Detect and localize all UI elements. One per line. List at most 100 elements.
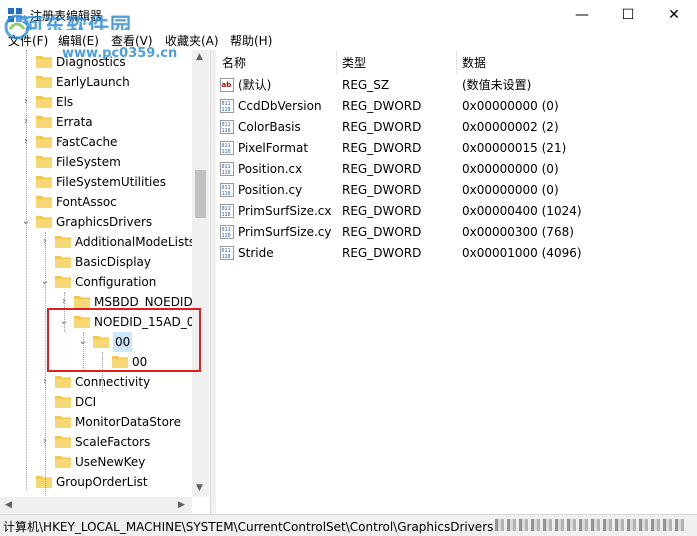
folder-icon bbox=[55, 236, 71, 248]
tree-connector-line bbox=[26, 50, 27, 490]
tree-node[interactable]: ⌄ Configuration bbox=[0, 272, 192, 292]
binary-value-icon: 011110 bbox=[220, 162, 234, 176]
value-row[interactable]: 011 110 PrimSurfSize.cy REG_DWORD 0x00000300… bbox=[216, 222, 697, 243]
svg-text:110: 110 bbox=[222, 233, 231, 239]
value-row[interactable]: 011 110 PrimSurfSize.cx REG_DWORD 0x00000400… bbox=[216, 201, 697, 222]
tree-node[interactable]: FontAssoc bbox=[0, 192, 192, 212]
value-data: 0x00000002 (2) bbox=[462, 120, 559, 134]
minimize-button[interactable]: — bbox=[559, 0, 605, 30]
tree-node-label: FileSystemUtilities bbox=[56, 175, 166, 189]
value-row[interactable]: 011 110 ColorBasis REG_DWORD 0x00000002 (2) bbox=[216, 117, 697, 138]
value-name: CcdDbVersion bbox=[238, 99, 322, 113]
redacted-path-segment bbox=[495, 519, 685, 531]
tree-node[interactable]: FileSystem bbox=[0, 152, 192, 172]
value-row[interactable]: ab (默认) REG_SZ (数值未设置) bbox=[216, 75, 697, 96]
value-data: 0x00000015 (21) bbox=[462, 141, 567, 155]
tree-node[interactable]: EarlyLaunch bbox=[0, 72, 192, 92]
svg-text:110: 110 bbox=[222, 212, 231, 218]
binary-value-icon: 011110 bbox=[220, 141, 234, 155]
scroll-left-icon[interactable]: ◀ bbox=[5, 500, 12, 510]
column-separator[interactable] bbox=[456, 50, 457, 74]
tree-node[interactable]: GroupOrderList bbox=[0, 472, 192, 492]
tree-node-label: FastCache bbox=[56, 135, 118, 149]
value-name: PrimSurfSize.cy bbox=[238, 225, 332, 239]
svg-text:110: 110 bbox=[222, 128, 231, 134]
tree-node-label: GraphicsDrivers bbox=[56, 215, 153, 229]
tree-node-label: FileSystem bbox=[56, 155, 121, 169]
scrollbar-thumb[interactable] bbox=[195, 170, 206, 218]
value-data: 0x00000400 (1024) bbox=[462, 204, 582, 218]
value-row[interactable]: 011 110 Stride REG_DWORD 0x00001000 (4096) bbox=[216, 243, 697, 264]
binary-value-icon: 011110 bbox=[220, 183, 234, 197]
folder-icon bbox=[55, 396, 71, 408]
column-header-name[interactable]: 名称 bbox=[222, 54, 246, 71]
value-list-pane[interactable]: 名称 类型 数据 ab (默认) REG_SZ (数值未设置) 011 110 CcdDbV… bbox=[216, 50, 697, 514]
tree-node[interactable]: › FastCache bbox=[0, 132, 192, 152]
tree-node[interactable]: DCI bbox=[0, 392, 192, 412]
tree-node-label: MonitorDataStore bbox=[75, 415, 181, 429]
folder-icon bbox=[36, 96, 52, 108]
value-data: 0x00000000 (0) bbox=[462, 183, 559, 197]
column-separator[interactable] bbox=[336, 50, 337, 74]
svg-text:110: 110 bbox=[222, 254, 231, 260]
folder-icon bbox=[36, 216, 52, 228]
value-data: (数值未设置) bbox=[462, 78, 532, 92]
registry-path: 计算机\HKEY_LOCAL_MACHINE\SYSTEM\CurrentCon… bbox=[3, 520, 494, 534]
binary-value-icon: 011110 bbox=[220, 246, 234, 260]
binary-value-icon: 011110 bbox=[220, 225, 234, 239]
column-header-type[interactable]: 类型 bbox=[342, 54, 366, 71]
value-type: REG_SZ bbox=[342, 78, 390, 92]
value-data: 0x00000300 (768) bbox=[462, 225, 574, 239]
close-button[interactable]: ✕ bbox=[651, 0, 697, 30]
value-data: 0x00000000 (0) bbox=[462, 99, 559, 113]
tree-node-label: GroupOrderList bbox=[56, 475, 148, 489]
value-name: (默认) bbox=[238, 78, 272, 92]
value-name: Position.cx bbox=[238, 162, 303, 176]
tree-node-label: DCI bbox=[75, 395, 97, 409]
tree-horizontal-scrollbar[interactable]: ◀ ▶ bbox=[0, 497, 192, 514]
value-data: 0x00001000 (4096) bbox=[462, 246, 582, 260]
value-row[interactable]: 011 110 Position.cy REG_DWORD 0x00000000 (0) bbox=[216, 180, 697, 201]
tree-node[interactable]: BasicDisplay bbox=[0, 252, 192, 272]
tree-node[interactable]: ⌄ GraphicsDrivers bbox=[0, 212, 192, 232]
tree-node-label: Configuration bbox=[75, 275, 157, 289]
tree-node-label: ScaleFactors bbox=[75, 435, 151, 449]
tree-node[interactable]: › Els bbox=[0, 92, 192, 112]
key-tree-pane[interactable]: Diagnostics EarlyLaunch › Els › Errata › FastCa… bbox=[0, 50, 210, 514]
tree-vertical-scrollbar[interactable]: ▲ ▼ bbox=[192, 50, 209, 497]
value-name: Position.cy bbox=[238, 183, 303, 197]
menu-help[interactable]: 帮助(H) bbox=[230, 32, 272, 49]
tree-node[interactable]: › AdditionalModeLists bbox=[0, 232, 195, 252]
scroll-up-icon[interactable]: ▲ bbox=[196, 52, 203, 62]
scroll-down-icon[interactable]: ▼ bbox=[196, 483, 203, 493]
watermark-logo-icon bbox=[4, 14, 30, 40]
folder-icon bbox=[36, 76, 52, 88]
tree-node[interactable]: MonitorDataStore bbox=[0, 412, 192, 432]
tree-node[interactable]: › Errata bbox=[0, 112, 192, 132]
tree-node[interactable]: FileSystemUtilities bbox=[0, 172, 192, 192]
value-row[interactable]: 011 110 Position.cx REG_DWORD 0x00000000 (0) bbox=[216, 159, 697, 180]
column-header-data[interactable]: 数据 bbox=[462, 54, 486, 71]
string-value-icon: ab bbox=[220, 78, 234, 92]
value-row[interactable]: 011 110 PixelFormat REG_DWORD 0x00000015 (21… bbox=[216, 138, 697, 159]
binary-value-icon: 011110 bbox=[220, 204, 234, 218]
tree-node[interactable]: UseNewKey bbox=[0, 452, 192, 472]
tree-connector-line bbox=[45, 232, 46, 512]
tree-node-label: UseNewKey bbox=[75, 455, 146, 469]
svg-text:110: 110 bbox=[222, 107, 231, 113]
value-type: REG_DWORD bbox=[342, 162, 422, 176]
folder-icon bbox=[36, 56, 52, 68]
binary-value-icon: 011110 bbox=[220, 120, 234, 134]
tree-node-label: Connectivity bbox=[75, 375, 151, 389]
value-row[interactable]: 011 110 CcdDbVersion REG_DWORD 0x00000000 (0… bbox=[216, 96, 697, 117]
tree-node[interactable]: › ScaleFactors bbox=[0, 432, 192, 452]
watermark-url: www.pc0359.cn bbox=[62, 46, 178, 61]
scroll-right-icon[interactable]: ▶ bbox=[178, 500, 185, 510]
value-type: REG_DWORD bbox=[342, 246, 422, 260]
maximize-button[interactable]: ☐ bbox=[605, 0, 651, 30]
status-bar: 计算机\HKEY_LOCAL_MACHINE\SYSTEM\CurrentCon… bbox=[0, 514, 697, 536]
svg-text:110: 110 bbox=[222, 149, 231, 155]
svg-text:110: 110 bbox=[222, 191, 231, 197]
binary-value-icon: 011110 bbox=[220, 99, 234, 113]
tree-node[interactable]: › Connectivity bbox=[0, 372, 192, 392]
